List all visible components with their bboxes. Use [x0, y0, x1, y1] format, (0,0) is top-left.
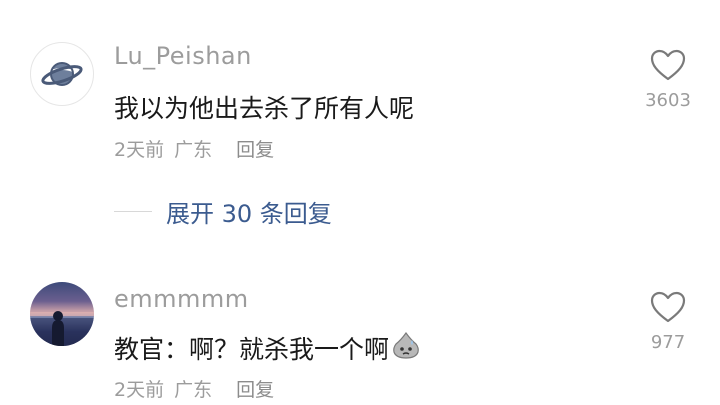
- comment-location: 广东: [174, 379, 213, 401]
- expand-replies[interactable]: 展开 30 条回复: [114, 194, 332, 229]
- comment-text-content: 我以为他出去杀了所有人呢: [114, 94, 415, 123]
- like-button[interactable]: 3603: [642, 48, 694, 111]
- comment-time: 2天前: [114, 139, 165, 161]
- expand-replies-label[interactable]: 展开 30 条回复: [166, 194, 332, 229]
- like-count: 977: [650, 332, 686, 353]
- comment-meta: 2天前 广东 回复: [114, 375, 274, 402]
- planet-icon: [41, 62, 83, 86]
- like-count: 3603: [645, 90, 691, 111]
- comment-meta: 2天前 广东 回复: [114, 135, 274, 162]
- like-button[interactable]: 977: [642, 290, 694, 353]
- username[interactable]: Lu_Peishan: [114, 42, 252, 70]
- avatar[interactable]: [30, 42, 94, 106]
- sweat-emoji-icon: [391, 330, 421, 366]
- reply-button[interactable]: 回复: [236, 135, 274, 162]
- comment-text-content: 教官：啊？就杀我一个啊: [114, 335, 390, 364]
- comment-time: 2天前: [114, 379, 165, 401]
- heart-icon: [650, 49, 686, 81]
- comment-text: 教官：啊？就杀我一个啊: [114, 330, 421, 366]
- sea-sunset-photo: [30, 311, 94, 346]
- username[interactable]: emmmmm: [114, 285, 249, 313]
- comment-location: 广东: [174, 139, 213, 161]
- heart-icon: [650, 291, 686, 323]
- divider-line: [114, 211, 152, 212]
- reply-button[interactable]: 回复: [236, 375, 274, 402]
- avatar[interactable]: [30, 282, 94, 346]
- comment-text: 我以为他出去杀了所有人呢: [114, 89, 414, 125]
